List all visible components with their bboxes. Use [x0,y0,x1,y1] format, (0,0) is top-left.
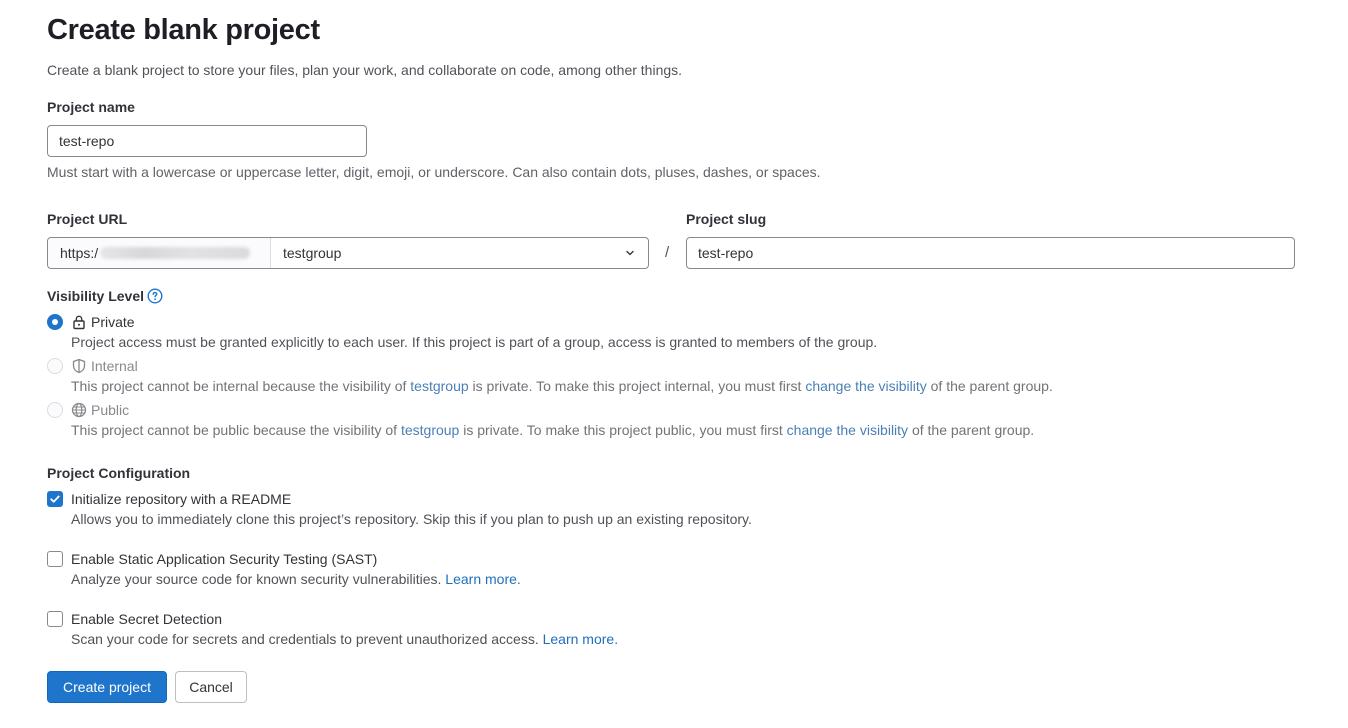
private-description: Project access must be granted explicitl… [71,334,878,350]
project-url-label: Project URL [47,211,128,227]
public-description: This project cannot be public because th… [71,422,1034,438]
checkmark-icon [50,495,60,503]
secret-detection-desc-text: Scan your code for secrets and credentia… [71,631,543,647]
secret-detection-description: Scan your code for secrets and credentia… [71,631,618,647]
cancel-button[interactable]: Cancel [175,671,247,703]
internal-radio [47,358,63,374]
url-separator: / [665,244,670,261]
public-desc-text-2: is private. To make this project public,… [459,422,787,438]
project-slug-input[interactable] [686,237,1295,269]
public-testgroup-link[interactable]: testgroup [401,422,459,438]
namespace-value: testgroup [283,245,342,261]
lock-icon [73,315,85,330]
sast-label: Enable Static Application Security Testi… [71,551,378,567]
public-desc-text-1: This project cannot be public because th… [71,422,401,438]
page-description: Create a blank project to store your fil… [47,62,683,78]
create-project-button[interactable]: Create project [47,671,167,703]
url-prefix: https:/ [48,238,271,268]
page-title: Create blank project [47,14,320,46]
internal-change-visibility-link[interactable]: change the visibility [805,378,926,394]
readme-label: Initialize repository with a README [71,491,292,507]
secret-detection-option[interactable]: Enable Secret Detection [47,611,222,627]
private-option-label: Private [71,314,135,330]
question-circle-icon[interactable] [147,288,163,304]
internal-description: This project cannot be internal because … [71,378,1053,394]
visibility-option-internal: Internal [47,358,138,374]
sast-option[interactable]: Enable Static Application Security Testi… [47,551,377,567]
internal-desc-text-2: is private. To make this project interna… [468,378,806,394]
public-label-text: Public [91,402,130,418]
readme-description: Allows you to immediately clone this pro… [71,511,752,527]
public-radio [47,402,63,418]
project-name-label: Project name [47,99,135,115]
secret-detection-label: Enable Secret Detection [71,611,222,627]
sast-learn-more-link[interactable]: Learn more. [445,571,520,587]
readme-checkbox[interactable] [47,491,63,507]
url-prefix-text: https:/ [60,245,99,261]
project-slug-label: Project slug [686,211,767,227]
project-configuration-label: Project Configuration [47,465,191,481]
visibility-label: Visibility Level [47,288,145,304]
project-url-group: https:/ testgroup [47,237,649,269]
namespace-dropdown[interactable]: testgroup [271,238,648,268]
secret-detection-checkbox[interactable] [47,611,63,627]
project-name-help: Must start with a lowercase or uppercase… [47,164,821,180]
sast-description: Analyze your source code for known secur… [71,571,521,587]
public-change-visibility-link[interactable]: change the visibility [787,422,908,438]
secret-detection-learn-more-link[interactable]: Learn more. [543,631,618,647]
internal-desc-text-1: This project cannot be internal because … [71,378,411,394]
internal-testgroup-link[interactable]: testgroup [410,378,468,394]
visibility-option-private[interactable]: Private [47,314,135,330]
internal-label-text: Internal [91,358,138,374]
project-name-input[interactable] [47,125,367,157]
private-label-text: Private [91,314,135,330]
internal-option-label: Internal [71,358,138,374]
visibility-option-public: Public [47,402,129,418]
chevron-down-icon [626,250,634,256]
internal-desc-text-3: of the parent group. [926,378,1053,394]
shield-icon [72,358,86,374]
redacted-host [100,247,251,259]
visibility-label-row: Visibility Level [47,288,163,304]
readme-option[interactable]: Initialize repository with a README [47,491,291,507]
public-desc-text-3: of the parent group. [908,422,1035,438]
globe-icon [71,402,87,418]
private-radio[interactable] [47,314,63,330]
public-option-label: Public [71,402,129,418]
sast-checkbox[interactable] [47,551,63,567]
sast-desc-text: Analyze your source code for known secur… [71,571,446,587]
